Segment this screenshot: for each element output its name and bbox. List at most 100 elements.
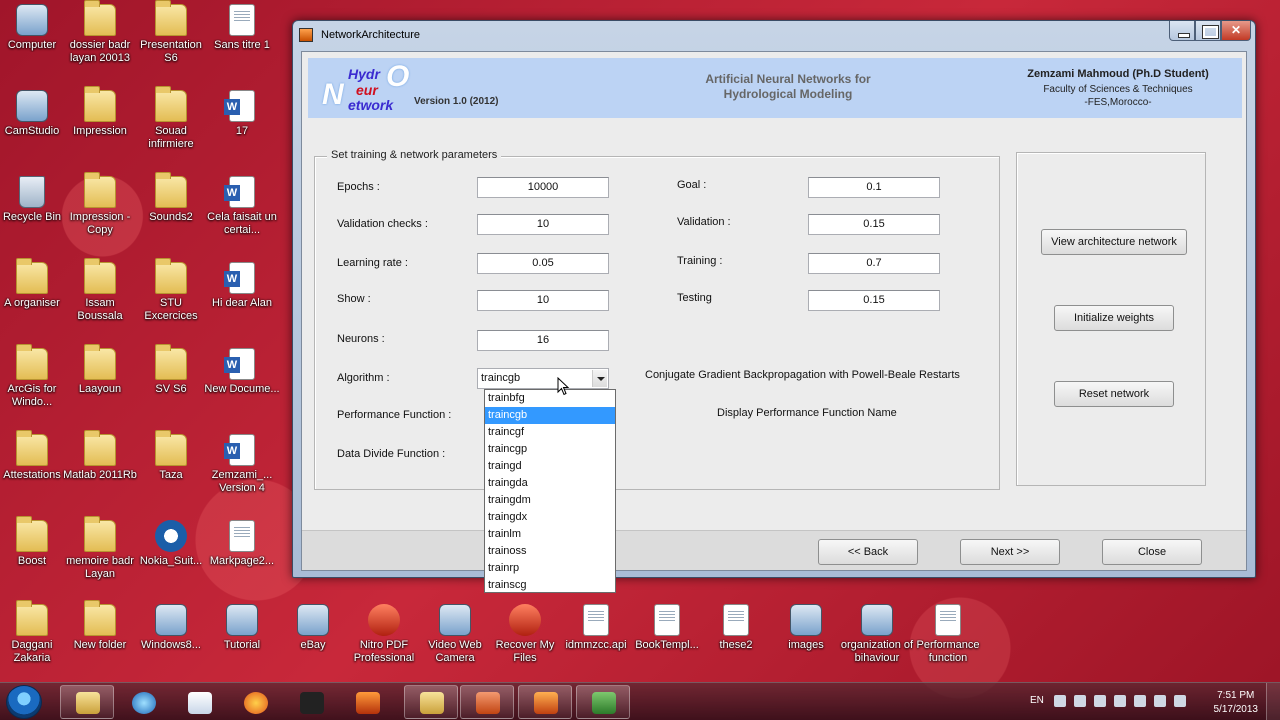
taskbar-app-explorer[interactable] bbox=[60, 685, 114, 719]
taskbar-app-powerpoint[interactable] bbox=[460, 685, 514, 719]
desktop-icon[interactable]: Recover My Files bbox=[489, 600, 561, 682]
desktop-icon[interactable]: Tutorial bbox=[206, 600, 278, 682]
initialize-weights-button[interactable]: Initialize weights bbox=[1054, 305, 1174, 331]
training-field[interactable]: 0.7 bbox=[808, 253, 940, 274]
language-indicator[interactable]: EN bbox=[1030, 695, 1044, 706]
algorithm-option[interactable]: trainrp bbox=[485, 560, 615, 577]
back-button[interactable]: << Back bbox=[818, 539, 918, 565]
desktop-icon[interactable]: organization of bihaviour bbox=[841, 600, 913, 682]
taskbar-app-search[interactable] bbox=[116, 685, 170, 719]
desktop-icon[interactable]: STU Excercices bbox=[135, 258, 207, 340]
validation-field[interactable]: 0.15 bbox=[808, 214, 940, 235]
algorithm-option[interactable]: traincgp bbox=[485, 441, 615, 458]
desktop-icon[interactable]: 17 bbox=[206, 86, 278, 168]
desktop-icon[interactable]: Daggani Zakaria bbox=[0, 600, 68, 682]
desktop-icon[interactable]: Presentation S6 bbox=[135, 0, 207, 82]
algorithm-option[interactable]: trainoss bbox=[485, 543, 615, 560]
desktop-icon[interactable]: Boost bbox=[0, 516, 68, 598]
desktop-icon[interactable]: Computer bbox=[0, 0, 68, 82]
neurons-field[interactable]: 16 bbox=[477, 330, 609, 351]
epochs-field[interactable]: 10000 bbox=[477, 177, 609, 198]
taskbar-app-matlab[interactable] bbox=[340, 685, 394, 719]
desktop-icon[interactable]: Issam Boussala bbox=[64, 258, 136, 340]
learning-rate-field[interactable]: 0.05 bbox=[477, 253, 609, 274]
desktop-icon[interactable]: Sounds2 bbox=[135, 172, 207, 254]
taskbar-app-folder[interactable] bbox=[404, 685, 458, 719]
desktop-icon[interactable]: eBay bbox=[277, 600, 349, 682]
testing-field[interactable]: 0.15 bbox=[808, 290, 940, 311]
goal-field[interactable]: 0.1 bbox=[808, 177, 940, 198]
algorithm-select[interactable]: traincgb bbox=[477, 368, 609, 389]
taskbar-app-matlab-running[interactable] bbox=[518, 685, 572, 719]
chevron-down-icon[interactable] bbox=[592, 370, 607, 387]
algorithm-option[interactable]: traincgf bbox=[485, 424, 615, 441]
desktop-icon[interactable]: Attestations bbox=[0, 430, 68, 512]
desktop-icon[interactable]: idmmzcc.api bbox=[560, 600, 632, 682]
algorithm-option[interactable]: traingdx bbox=[485, 509, 615, 526]
taskbar-app-notepad[interactable] bbox=[172, 685, 226, 719]
algorithm-dropdown-list[interactable]: trainbfg traincgb traincgf traincgp traingd t… bbox=[484, 389, 616, 593]
tray-icon-3[interactable] bbox=[1094, 695, 1106, 707]
taskbar-app-sony[interactable] bbox=[284, 685, 338, 719]
algorithm-option[interactable]: traincgb bbox=[485, 407, 615, 424]
reset-network-button[interactable]: Reset network bbox=[1054, 381, 1174, 407]
desktop-icon[interactable]: ArcGis for Windo... bbox=[0, 344, 68, 426]
start-button[interactable] bbox=[6, 685, 42, 719]
desktop-icon[interactable]: Impression - Copy bbox=[64, 172, 136, 254]
maximize-button[interactable] bbox=[1195, 21, 1221, 41]
minimize-button[interactable] bbox=[1169, 21, 1195, 41]
clock[interactable]: 7:51 PM 5/17/2013 bbox=[1214, 689, 1259, 717]
desktop-icon[interactable]: Nokia_Suit... bbox=[135, 516, 207, 598]
algorithm-option[interactable]: traingda bbox=[485, 475, 615, 492]
desktop-icon[interactable]: A organiser bbox=[0, 258, 68, 340]
app-title-line2: Hydrological Modeling bbox=[723, 87, 853, 101]
validation-checks-field[interactable]: 10 bbox=[477, 214, 609, 235]
desktop-icon[interactable]: Windows8... bbox=[135, 600, 207, 682]
desktop-icon[interactable]: images bbox=[770, 600, 842, 682]
taskbar-app-firefox[interactable] bbox=[228, 685, 282, 719]
desktop-icon[interactable]: Impression bbox=[64, 86, 136, 168]
desktop-icon[interactable]: BookTempl... bbox=[631, 600, 703, 682]
desktop-icon[interactable]: Cela faisait un certai... bbox=[206, 172, 278, 254]
desktop-icon-label: dossier badr layan 20013 bbox=[69, 39, 131, 64]
desktop-icon[interactable]: New folder bbox=[64, 600, 136, 682]
algorithm-option[interactable]: traingdm bbox=[485, 492, 615, 509]
close-button[interactable]: Close bbox=[1102, 539, 1202, 565]
desktop-icon[interactable]: Recycle Bin bbox=[0, 172, 68, 254]
algorithm-option[interactable]: trainlm bbox=[485, 526, 615, 543]
desktop-icon[interactable]: memoire badr Layan bbox=[64, 516, 136, 598]
desktop-icon[interactable]: Matlab 2011Rb bbox=[63, 430, 137, 512]
desktop-icon[interactable]: Souad infirmiere bbox=[135, 86, 207, 168]
show-field[interactable]: 10 bbox=[477, 290, 609, 311]
desktop-icon-label: Sans titre 1 bbox=[214, 39, 270, 51]
desktop-icon[interactable]: New Docume... bbox=[204, 344, 280, 426]
desktop-icon[interactable]: dossier badr layan 20013 bbox=[64, 0, 136, 82]
tray-icon-6[interactable] bbox=[1154, 695, 1166, 707]
tray-icon-2[interactable] bbox=[1074, 695, 1086, 707]
desktop-icon[interactable]: Performance function bbox=[912, 600, 984, 682]
algorithm-option[interactable]: trainbfg bbox=[485, 390, 615, 407]
tray-icon-5[interactable] bbox=[1134, 695, 1146, 707]
algorithm-option[interactable]: trainscg bbox=[485, 577, 615, 594]
desktop-icon[interactable]: Video Web Camera bbox=[419, 600, 491, 682]
desktop-icon[interactable]: Nitro PDF Professional bbox=[348, 600, 420, 682]
desktop-icon[interactable]: Laayoun bbox=[64, 344, 136, 426]
desktop-icon[interactable]: Taza bbox=[135, 430, 207, 512]
tray-icon-1[interactable] bbox=[1054, 695, 1066, 707]
desktop-icon[interactable]: Sans titre 1 bbox=[206, 0, 278, 82]
desktop-icon[interactable]: CamStudio bbox=[0, 86, 68, 168]
title-bar[interactable]: NetworkArchitecture ✕ bbox=[293, 21, 1255, 49]
view-architecture-button[interactable]: View architecture network bbox=[1041, 229, 1187, 255]
show-desktop-button[interactable] bbox=[1266, 683, 1280, 720]
algorithm-option[interactable]: traingd bbox=[485, 458, 615, 475]
close-window-button[interactable]: ✕ bbox=[1221, 21, 1251, 41]
desktop-icon[interactable]: Hi dear Alan bbox=[206, 258, 278, 340]
desktop-icon[interactable]: Markpage2... bbox=[206, 516, 278, 598]
taskbar-app-camstudio[interactable] bbox=[576, 685, 630, 719]
desktop-icon[interactable]: SV S6 bbox=[135, 344, 207, 426]
desktop-icon[interactable]: Zemzami_... Version 4 bbox=[206, 430, 278, 512]
next-button[interactable]: Next >> bbox=[960, 539, 1060, 565]
tray-icon-4[interactable] bbox=[1114, 695, 1126, 707]
tray-icon-7[interactable] bbox=[1174, 695, 1186, 707]
desktop-icon[interactable]: these2 bbox=[700, 600, 772, 682]
